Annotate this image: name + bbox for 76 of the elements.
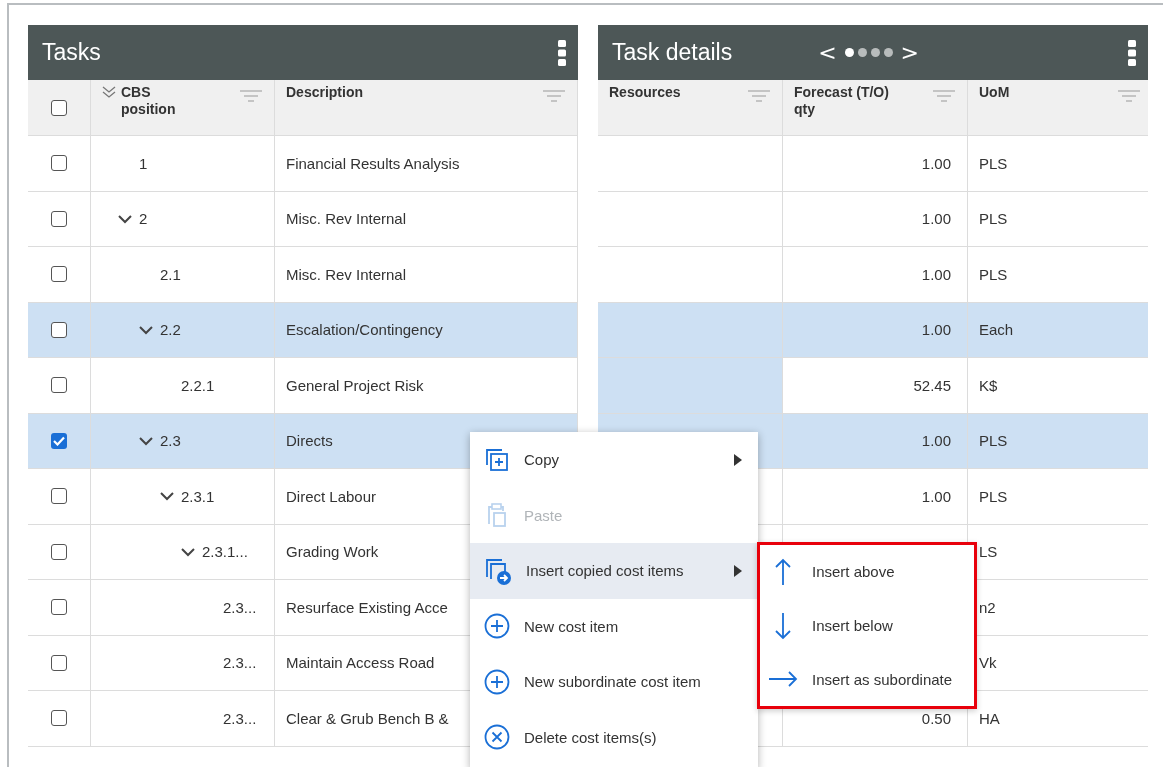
row-checkbox[interactable] — [51, 599, 67, 616]
previous-button[interactable]: < — [814, 40, 841, 65]
chevron-down-icon[interactable] — [138, 324, 154, 335]
cbs-position: 2.3... — [223, 654, 257, 672]
more-options-icon[interactable] — [1128, 39, 1136, 66]
submenu-caret-icon — [734, 564, 742, 577]
chevron-down-icon[interactable] — [117, 213, 133, 224]
row-checkbox[interactable] — [51, 543, 67, 560]
cbs-position: 2.3... — [223, 598, 257, 616]
x-circle-icon — [484, 724, 510, 751]
row-checkbox[interactable] — [51, 266, 67, 283]
cbs-position: 2.3... — [223, 709, 257, 727]
row-checkbox[interactable] — [51, 210, 67, 227]
menu-item[interactable]: Delete cost items(s) — [470, 709, 758, 765]
menu-item[interactable]: Insert below — [760, 598, 974, 653]
plus-circle-icon — [484, 613, 510, 640]
row-checkbox[interactable] — [51, 654, 67, 671]
more-options-icon[interactable] — [558, 39, 566, 66]
insert-copy-icon — [484, 556, 512, 585]
chevron-down-icon[interactable] — [138, 435, 154, 446]
page-dot[interactable] — [844, 48, 854, 57]
table-cell: 1.00 — [783, 191, 968, 247]
column-header[interactable]: CBS position — [91, 80, 275, 136]
column-label: Resources — [609, 84, 681, 101]
table-cell: Misc. Rev Internal — [275, 247, 578, 303]
table-cell: Escalation/Contingency — [275, 302, 578, 358]
column-label: Forecast (T/O) qty — [794, 84, 889, 118]
cbs-position: 2.3.1 — [181, 487, 215, 505]
column-label: CBS position — [121, 84, 176, 118]
collapse-all-icon[interactable] — [101, 85, 117, 99]
chevron-down-icon[interactable] — [180, 546, 196, 557]
column-label: UoM — [979, 84, 1010, 101]
cbs-position: 1 — [139, 154, 148, 172]
row-checkbox[interactable] — [51, 377, 67, 394]
cbs-position: 2 — [139, 210, 148, 228]
column-header[interactable]: UoM — [968, 80, 1148, 136]
menu-item[interactable]: Copy — [470, 432, 758, 488]
cbs-position: 2.1 — [160, 265, 181, 283]
table-cell: 1.00 — [783, 247, 968, 303]
row-checkbox[interactable] — [51, 432, 67, 449]
table-cell: Financial Results Analysis — [275, 136, 578, 192]
panel-title: Task details — [612, 39, 733, 66]
menu-item[interactable]: New subordinate cost item — [470, 654, 758, 710]
page-dot[interactable] — [857, 48, 867, 57]
table-cell: 1.00 — [783, 413, 968, 469]
table-cell: PLS — [968, 413, 1148, 469]
table-cell: 1.00 — [783, 302, 968, 358]
table-cell: Misc. Rev Internal — [275, 191, 578, 247]
plus-circle-icon — [484, 668, 510, 695]
column-header[interactable]: Resources — [598, 80, 783, 136]
panel-title: Tasks — [42, 39, 101, 66]
column-label: Description — [286, 84, 363, 101]
cbs-position: 2.3.1... — [202, 543, 248, 561]
select-all-checkbox[interactable] — [51, 99, 67, 116]
next-button[interactable]: > — [896, 40, 924, 65]
cbs-position: 2.2 — [160, 321, 181, 339]
page-dot[interactable] — [870, 48, 880, 57]
submenu-caret-icon — [734, 453, 742, 466]
table-cell: Each — [968, 302, 1148, 358]
copy-icon — [484, 446, 510, 473]
menu-item[interactable]: Insert copied cost items — [470, 543, 758, 599]
arrow-right-icon — [768, 671, 798, 688]
page-dot[interactable] — [883, 48, 893, 57]
table-cell: 1.00 — [783, 136, 968, 192]
cbs-position: 2.3 — [160, 432, 181, 450]
table-cell: 52.45 — [783, 358, 968, 414]
row-checkbox[interactable] — [51, 488, 67, 505]
row-checkbox[interactable] — [51, 710, 67, 727]
cbs-position: 2.2.1 — [181, 376, 215, 394]
row-checkbox[interactable] — [51, 155, 67, 172]
column-header[interactable]: Forecast (T/O) qty — [783, 80, 968, 136]
column-header[interactable]: Description — [275, 80, 578, 136]
table-cell: 1.00 — [783, 469, 968, 525]
chevron-down-icon[interactable] — [159, 491, 175, 502]
row-checkbox[interactable] — [51, 321, 67, 338]
table-cell: General Project Risk — [275, 358, 578, 414]
